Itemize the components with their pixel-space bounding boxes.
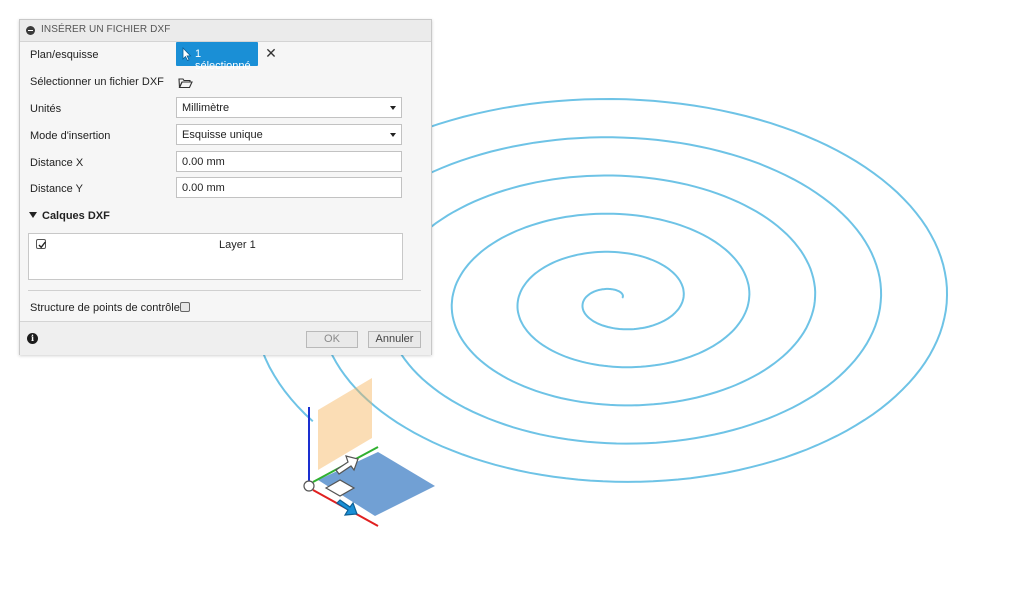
distance-x-label: Distance X	[30, 157, 84, 169]
distance-y-input[interactable]: 0.00 mm	[176, 177, 402, 198]
insert-dxf-dialog: INSÉRER UN FICHIER DXF Plan/esquisse 1 s…	[19, 19, 432, 355]
select-dxf-file-label: Sélectionner un fichier DXF	[30, 76, 164, 88]
cursor-icon	[182, 47, 192, 61]
divider	[28, 290, 421, 291]
insert-mode-select[interactable]: Esquisse unique	[176, 124, 402, 145]
units-label: Unités	[30, 103, 62, 115]
distance-y-label: Distance Y	[30, 183, 83, 195]
layer-name: Layer 1	[219, 239, 256, 251]
sketch-manipulator[interactable]	[303, 378, 435, 527]
cancel-button[interactable]: Annuler	[368, 331, 421, 348]
ok-button[interactable]: OK	[306, 331, 358, 348]
chevron-down-icon	[390, 133, 396, 137]
layer-checkbox[interactable]	[36, 239, 46, 249]
units-value: Millimètre	[182, 102, 230, 114]
distance-x-input[interactable]: 0.00 mm	[176, 151, 402, 172]
dxf-layers-list: Layer 1	[28, 233, 403, 280]
close-icon[interactable]: ✕	[265, 46, 277, 60]
info-icon[interactable]: i	[27, 333, 38, 344]
collapse-icon[interactable]	[26, 26, 35, 35]
dialog-footer: i OK Annuler	[20, 321, 431, 355]
distance-x-value: 0.00 mm	[182, 156, 225, 168]
control-points-label: Structure de points de contrôle	[30, 302, 180, 314]
insert-mode-label: Mode d'insertion	[30, 130, 111, 142]
chevron-down-icon	[390, 106, 396, 110]
plane-sketch-label: Plan/esquisse	[30, 49, 99, 61]
control-points-checkbox[interactable]	[180, 302, 190, 312]
insert-mode-value: Esquisse unique	[182, 129, 263, 141]
origin-point[interactable]	[303, 480, 315, 492]
xz-plane-handle[interactable]	[318, 378, 372, 470]
folder-open-icon[interactable]	[178, 77, 193, 89]
plane-select-button[interactable]: 1 sélectionné	[176, 42, 258, 72]
dialog-title: INSÉRER UN FICHIER DXF	[41, 24, 171, 35]
distance-y-value: 0.00 mm	[182, 182, 225, 194]
dialog-titlebar[interactable]: INSÉRER UN FICHIER DXF	[20, 20, 431, 42]
checkmark-icon	[38, 241, 46, 249]
units-select[interactable]: Millimètre	[176, 97, 402, 118]
plane-selection-text: 1 sélectionné	[195, 48, 251, 72]
dxf-layers-section-title[interactable]: Calques DXF	[42, 210, 110, 222]
expand-triangle-icon[interactable]	[29, 212, 37, 218]
